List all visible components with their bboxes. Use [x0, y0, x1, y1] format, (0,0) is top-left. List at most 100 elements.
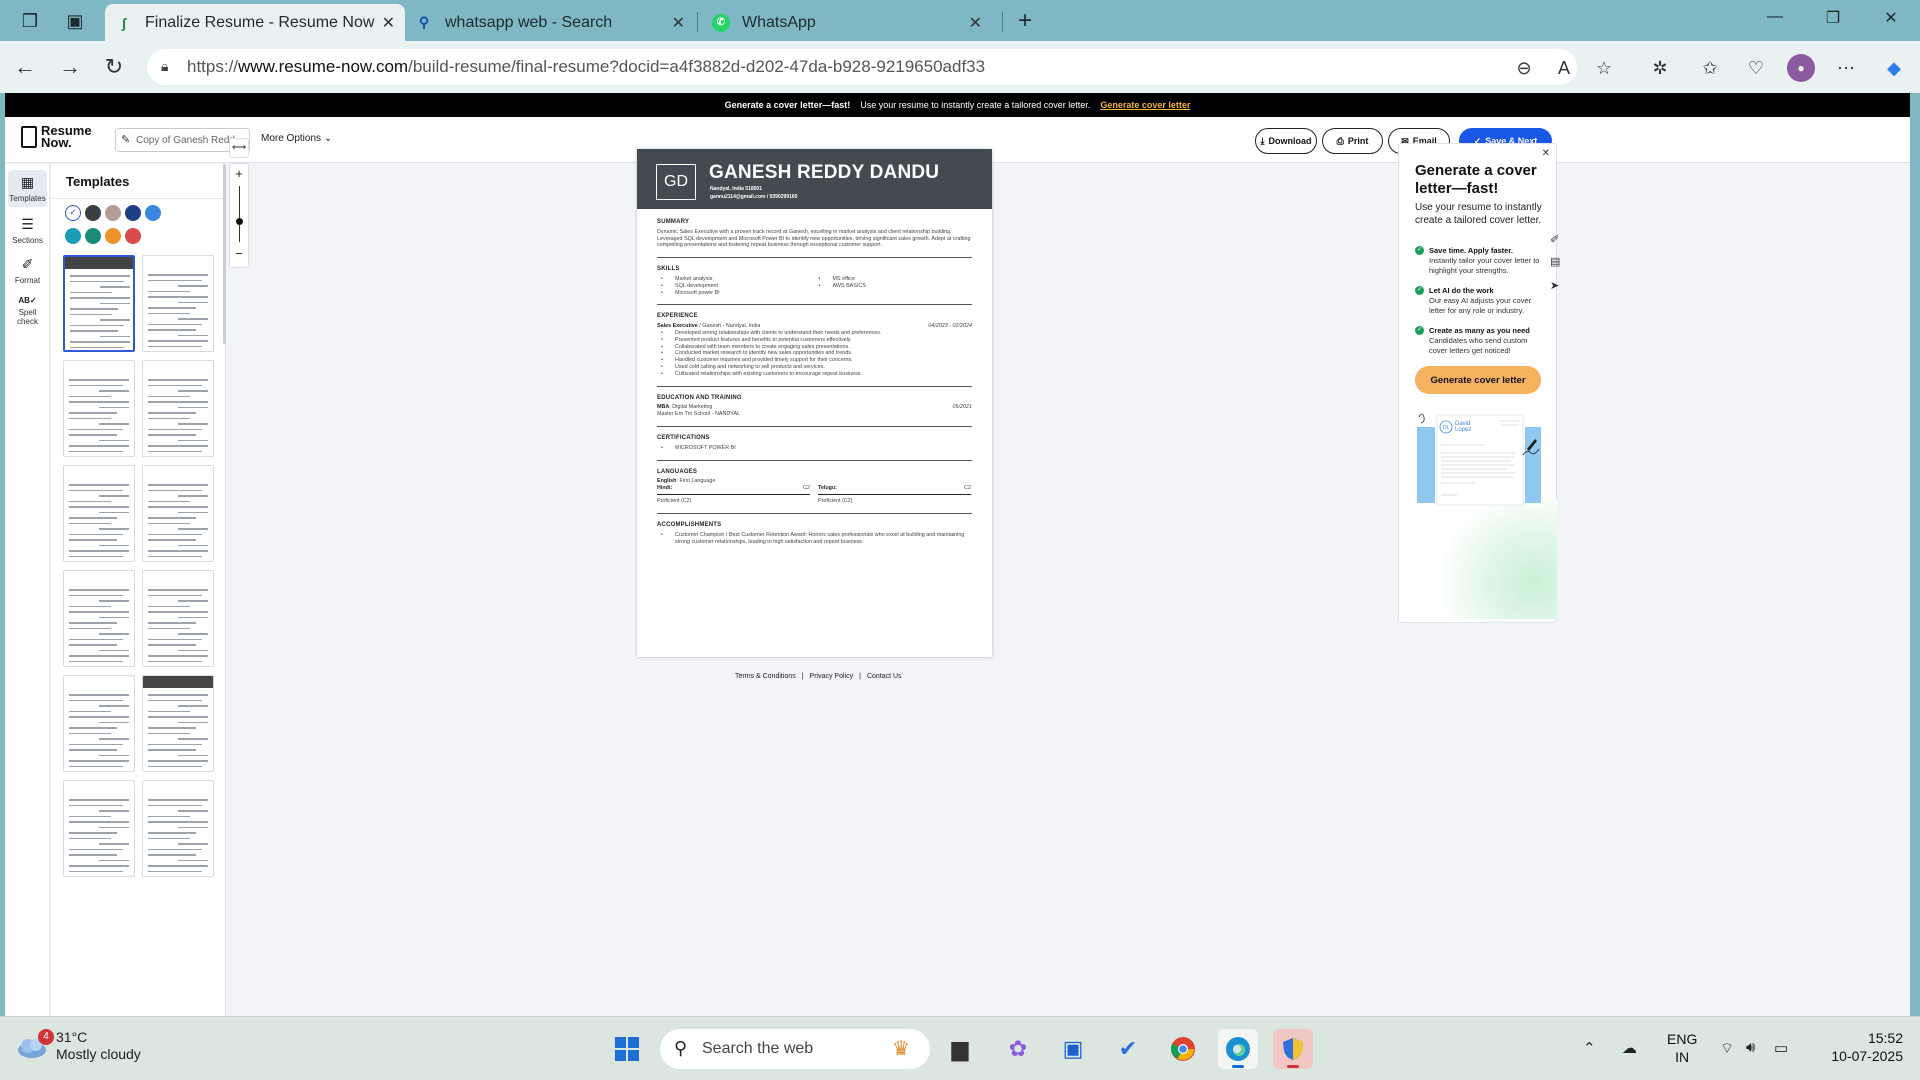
- color-swatch-selected[interactable]: ✓: [65, 205, 81, 221]
- thumbnail-line: [178, 721, 208, 723]
- template-thumbnail[interactable]: [142, 360, 214, 457]
- template-thumbnail[interactable]: [142, 570, 214, 667]
- more-menu-icon[interactable]: ⋯: [1832, 54, 1860, 82]
- close-tab-icon[interactable]: ✕: [969, 13, 982, 33]
- generate-cover-letter-button[interactable]: Generate cover letter: [1415, 366, 1541, 394]
- thumbnail-line: [148, 384, 202, 386]
- templates-scrollbar[interactable]: [223, 164, 226, 344]
- wifi-icon[interactable]: ⌔: [1720, 1039, 1734, 1058]
- close-tab-icon[interactable]: ✕: [672, 13, 685, 33]
- profile-avatar-icon[interactable]: ●: [1787, 54, 1815, 82]
- rail-sections[interactable]: ☰ Sections: [8, 216, 47, 245]
- template-thumbnail[interactable]: [142, 780, 214, 877]
- zoom-out-icon[interactable]: −: [230, 246, 248, 261]
- zoom-out-icon[interactable]: ⊖: [1510, 54, 1538, 82]
- template-thumbnail[interactable]: [63, 570, 135, 667]
- promo-link[interactable]: Generate cover letter: [1100, 100, 1190, 110]
- start-button[interactable]: [607, 1029, 647, 1069]
- color-swatch[interactable]: [145, 205, 161, 221]
- privacy-link[interactable]: Privacy Policy: [810, 673, 854, 680]
- template-thumbnail[interactable]: [63, 780, 135, 877]
- favorites-icon[interactable]: ✩: [1696, 54, 1724, 82]
- edge-app-icon[interactable]: [1218, 1029, 1258, 1069]
- clock[interactable]: 15:52 10-07-2025: [1817, 1029, 1903, 1065]
- ai-edit-icon[interactable]: ✐: [1550, 233, 1562, 246]
- color-swatch[interactable]: [105, 228, 121, 244]
- language-bar: [657, 493, 810, 496]
- tab-resume-now[interactable]: ʃ Finalize Resume - Resume Now ✕: [105, 4, 405, 41]
- template-thumbnail[interactable]: [142, 675, 214, 772]
- tab-actions-icon[interactable]: ▣: [62, 8, 88, 34]
- onedrive-icon[interactable]: ☁: [1622, 1039, 1637, 1057]
- copilot-app-icon[interactable]: ✿: [998, 1029, 1038, 1069]
- thumbnail-line: [178, 334, 208, 336]
- thumbnail-line: [148, 412, 196, 414]
- tab-whatsapp[interactable]: ✆ WhatsApp ✕: [702, 4, 992, 41]
- template-thumbnail[interactable]: [63, 360, 135, 457]
- security-app-icon[interactable]: [1273, 1029, 1313, 1069]
- template-thumbnail[interactable]: [142, 465, 214, 562]
- chrome-app-icon[interactable]: [1163, 1029, 1203, 1069]
- print-button[interactable]: ⎙ Print: [1322, 128, 1383, 154]
- divider: [657, 425, 972, 427]
- zoom-slider-handle[interactable]: [236, 218, 243, 225]
- skills-column-left: Market analysis SQL development Microsof…: [657, 276, 815, 296]
- volume-icon[interactable]: 🔊︎: [1746, 1039, 1755, 1056]
- minimize-icon[interactable]: —: [1760, 8, 1790, 26]
- color-swatch[interactable]: [85, 205, 101, 221]
- resume-preview[interactable]: GD GANESH REDDY DANDU Nandyal, India 518…: [637, 149, 992, 657]
- refresh-icon[interactable]: ↻: [101, 54, 127, 80]
- templates-panel: Templates ✓: [51, 164, 226, 1016]
- site-info-icon[interactable]: 🔒︎: [161, 58, 168, 75]
- document-icon[interactable]: ▤: [1550, 255, 1562, 268]
- color-swatch[interactable]: [105, 205, 121, 221]
- read-aloud-icon[interactable]: A: [1550, 54, 1578, 82]
- new-tab-icon[interactable]: +: [1012, 8, 1038, 34]
- battery-icon[interactable]: ▭: [1774, 1039, 1788, 1057]
- copilot-icon[interactable]: ◆: [1880, 54, 1908, 82]
- send-icon[interactable]: ➤: [1550, 279, 1562, 292]
- extensions-icon[interactable]: ✲: [1646, 54, 1674, 82]
- download-button[interactable]: ⤓ Download: [1255, 128, 1317, 154]
- rail-spell-check[interactable]: AB✓ Spell check: [8, 296, 47, 326]
- template-thumbnail[interactable]: [142, 255, 214, 352]
- show-hidden-icons[interactable]: ⌃: [1583, 1039, 1596, 1057]
- resume-now-logo[interactable]: Resume Now.: [21, 124, 92, 149]
- task-view-icon[interactable]: ▆: [940, 1029, 980, 1069]
- rail-format[interactable]: ✐ Format: [8, 256, 47, 285]
- browser-essentials-icon[interactable]: ♡: [1742, 54, 1770, 82]
- zoom-slider-track[interactable]: [239, 186, 240, 242]
- color-swatch[interactable]: [65, 228, 81, 244]
- taskbar-search[interactable]: ⚲ Search the web ♛: [660, 1029, 930, 1069]
- todo-app-icon[interactable]: ✔: [1108, 1029, 1148, 1069]
- restore-icon[interactable]: ❐: [1818, 8, 1848, 28]
- tab-whatsapp-search[interactable]: ⚲ whatsapp web - Search ✕: [405, 4, 695, 41]
- more-options-button[interactable]: More Options ⌄: [261, 133, 332, 144]
- close-window-icon[interactable]: ✕: [1876, 8, 1906, 28]
- store-app-icon[interactable]: ▣: [1053, 1029, 1093, 1069]
- workspaces-icon[interactable]: ❒: [17, 8, 43, 34]
- rail-templates[interactable]: ▦ Templates: [8, 170, 47, 207]
- thumbnail-line: [69, 815, 111, 817]
- zoom-in-icon[interactable]: +: [230, 166, 248, 181]
- color-swatch[interactable]: [125, 228, 141, 244]
- url-field[interactable]: 🔒︎ https://www.resume-now.com/build-resu…: [147, 49, 1577, 85]
- forward-icon[interactable]: →: [57, 54, 83, 80]
- contact-link[interactable]: Contact Us: [867, 673, 902, 680]
- language-indicator[interactable]: ENG IN: [1667, 1030, 1697, 1066]
- color-swatch[interactable]: [85, 228, 101, 244]
- color-swatch[interactable]: [125, 205, 141, 221]
- close-icon[interactable]: ✕: [1542, 148, 1550, 159]
- favorite-star-icon[interactable]: ☆: [1590, 54, 1618, 82]
- thumbnail-line: [148, 799, 208, 801]
- weather-widget[interactable]: 4 31°C Mostly cloudy: [16, 1029, 141, 1063]
- template-thumbnail[interactable]: [63, 675, 135, 772]
- template-thumbnail[interactable]: [63, 465, 135, 562]
- back-icon[interactable]: ←: [12, 54, 38, 80]
- fit-width-icon[interactable]: ⟷: [229, 138, 249, 158]
- template-thumbnail[interactable]: [63, 255, 135, 352]
- terms-link[interactable]: Terms & Conditions: [735, 673, 796, 680]
- close-tab-icon[interactable]: ✕: [382, 13, 395, 33]
- thumbnail-line: [148, 594, 202, 596]
- thumbnail-line: [148, 832, 196, 834]
